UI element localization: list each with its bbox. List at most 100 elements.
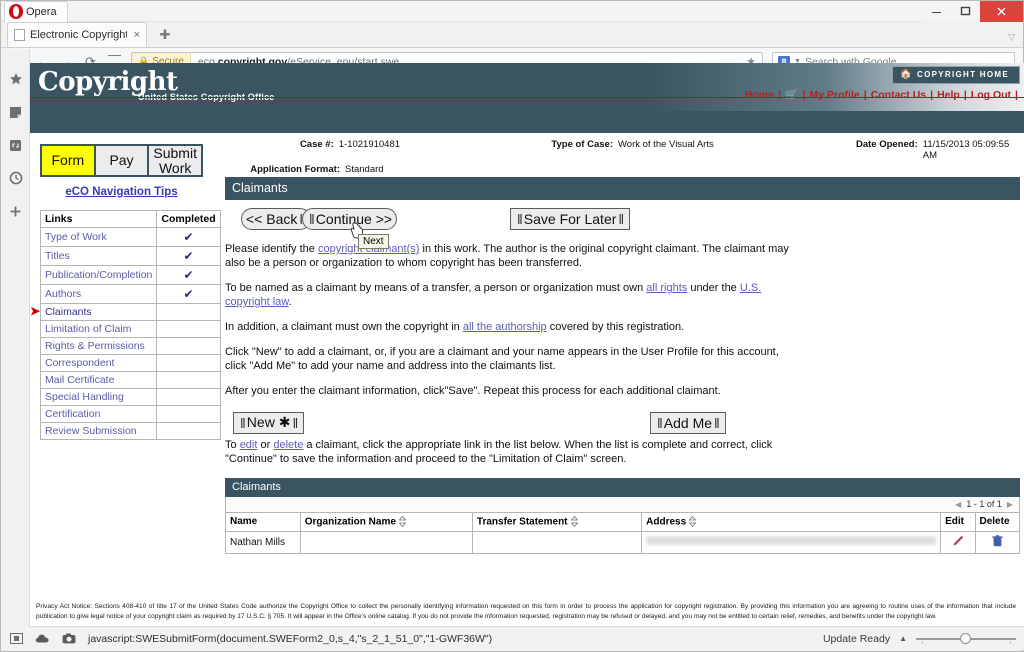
trash-icon[interactable]	[992, 534, 1003, 550]
secondary-button-row: ‖ New ✱ ‖ ‖ Add Me ‖	[225, 411, 800, 437]
nav-link-contact-us[interactable]: Contact Us	[871, 89, 926, 101]
sidebar-item-correspondent[interactable]: Correspondent	[39, 354, 158, 372]
column-header-edit: Edit	[940, 511, 976, 532]
sidebar-item-claimants[interactable]: ➤ Claimants	[30, 303, 158, 321]
zoom-tick	[1010, 640, 1011, 644]
step-tab-pay[interactable]: Pay	[95, 146, 150, 175]
add-me-button[interactable]: ‖ Add Me ‖	[650, 411, 726, 434]
all-rights-link[interactable]: all rights	[646, 282, 687, 294]
sidebar-item-label: Mail Certificate	[45, 374, 115, 386]
sort-arrows-icon[interactable]	[398, 515, 407, 528]
paragraph-text: Please identify the	[225, 243, 318, 255]
claimants-table-body: Nathan Mills Lefkosina 5 185 Tula 30041 R…	[225, 530, 1020, 554]
sidebar-item-label: Certification	[45, 408, 101, 420]
column-header-label: Organization Name	[304, 516, 396, 528]
cloud-icon[interactable]	[35, 633, 50, 644]
sidebar-item-type-of-work[interactable]: Type of Work	[39, 227, 158, 247]
workflow-steps: Form Pay Submit Work	[40, 144, 203, 177]
check-icon: ✔	[183, 268, 194, 282]
completed-check-cell: ✔	[156, 284, 221, 304]
note-text: a claimant, click the appropriate link i…	[225, 438, 773, 465]
button-bar-glyph: ‖	[292, 414, 298, 431]
edit-link[interactable]: edit	[240, 439, 258, 451]
nav-link-log-out[interactable]: Log Out	[971, 89, 1011, 101]
column-header-transfer-statement[interactable]: Transfer Statement	[471, 511, 643, 532]
sidebar-item-titles[interactable]: Titles	[39, 246, 158, 266]
panel-toggle-icon[interactable]	[10, 633, 23, 644]
type-of-case-value: Work of the Visual Arts	[617, 139, 714, 150]
completed-check-cell	[156, 388, 221, 406]
sidebar-item-label: Correspondent	[45, 357, 115, 369]
sidebar-item-label: Special Handling	[45, 391, 124, 403]
sidebar-item-rights-permissions[interactable]: Rights & Permissions	[39, 337, 158, 355]
zoom-slider[interactable]	[916, 633, 1016, 645]
save-for-later-button[interactable]: ‖ Save For Later ‖	[510, 208, 631, 230]
new-tab-button[interactable]: ✚	[157, 27, 173, 43]
minimize-button[interactable]	[922, 1, 951, 22]
history-clock-icon[interactable]	[8, 170, 24, 186]
sidebar-item-special-handling[interactable]: Special Handling	[39, 388, 158, 406]
sidebar-item-publication-completion[interactable]: Publication/Completion	[39, 265, 158, 285]
column-header-organization-name[interactable]: Organization Name	[299, 511, 473, 532]
close-button[interactable]	[980, 1, 1023, 22]
completed-check-cell	[156, 371, 221, 389]
pencil-icon[interactable]	[952, 535, 964, 550]
step-tab-form[interactable]: Form	[42, 146, 96, 175]
back-button[interactable]: << Back ‖	[241, 208, 312, 230]
nav-link-home[interactable]: Home	[745, 89, 774, 101]
save-instructions-paragraph: After you enter the claimant information…	[225, 384, 721, 397]
pager-prev-icon[interactable]: ◀	[955, 500, 961, 509]
shopping-cart-icon[interactable]: 🛒	[785, 88, 799, 101]
table-row: Nathan Mills Lefkosina 5 185 Tula 30041 R…	[225, 530, 1020, 554]
opera-menu-button[interactable]: Opera	[4, 1, 68, 22]
sidebar-item-label: Limitation of Claim	[45, 323, 132, 335]
sidebar-item-limitation-of-claim[interactable]: Limitation of Claim	[39, 320, 158, 338]
all-the-authorship-link[interactable]: all the authorship	[463, 321, 547, 333]
eco-navigation-tips-link[interactable]: eCO Navigation Tips	[40, 186, 203, 198]
sidebar-item-review-submission[interactable]: Review Submission	[39, 422, 158, 440]
transfer-statement-cell	[471, 530, 643, 554]
delete-cell[interactable]	[974, 530, 1020, 554]
sidebar-item-authors[interactable]: Authors	[39, 284, 158, 304]
edit-cell[interactable]	[940, 530, 976, 554]
add-panel-icon[interactable]	[8, 203, 24, 219]
update-ready-label[interactable]: Update Ready	[823, 633, 890, 645]
sidebar-item-label: Authors	[45, 288, 82, 300]
browser-tab-active[interactable]: Electronic Copyright O... ×	[7, 22, 147, 47]
step-tab-submit-work[interactable]: Submit Work	[149, 146, 202, 175]
sync-icon[interactable]	[8, 137, 24, 153]
opera-browser-window: Opera Electronic Copyright O... × ✚ ▽ ← …	[0, 0, 1024, 652]
note-text: or	[257, 438, 274, 451]
bookmarks-star-icon[interactable]	[8, 71, 24, 87]
claimants-list-block: Claimants ◀ 1 - 1 of 1 ▶ Name Organizatio…	[225, 477, 1020, 554]
sidebar-item-certification[interactable]: Certification	[39, 405, 158, 423]
completed-check-cell	[156, 337, 221, 355]
button-bar-glyph: ‖	[309, 211, 315, 227]
new-claimant-button[interactable]: ‖ New ✱ ‖	[233, 411, 305, 434]
page-body: Form Pay Submit Work eCO Navigation Tips…	[30, 133, 1024, 627]
sidebar-item-label: Review Submission	[45, 425, 137, 437]
copyright-home-button[interactable]: 🏠 COPYRIGHT HOME	[891, 66, 1020, 84]
main-content-panel: Claimants << Back‖ ‖Continue >> ‖Save Fo…	[225, 177, 1020, 554]
application-format-value: Standard	[345, 164, 384, 175]
tab-close-icon[interactable]: ×	[134, 29, 140, 41]
maximize-button[interactable]	[951, 1, 980, 22]
sort-arrows-icon[interactable]	[688, 515, 697, 528]
column-header-address[interactable]: Address	[641, 511, 942, 532]
sort-arrows-icon[interactable]	[570, 515, 579, 528]
application-format-label: Application Format:	[250, 164, 340, 175]
current-step-marker-icon: ➤	[30, 304, 41, 318]
delete-link[interactable]: delete	[273, 439, 303, 451]
links-table-row: Titles ✔	[39, 246, 221, 266]
caret-up-icon[interactable]: ▲	[899, 634, 907, 643]
camera-icon[interactable]	[62, 633, 76, 644]
nav-link-help[interactable]: Help	[937, 89, 960, 101]
zoom-slider-thumb[interactable]	[960, 633, 971, 644]
sidebar-item-mail-certificate[interactable]: Mail Certificate	[39, 371, 158, 389]
pager-next-icon[interactable]: ▶	[1007, 500, 1013, 509]
chevron-down-icon[interactable]: ▽	[1008, 32, 1015, 43]
nav-link-my-profile[interactable]: My Profile	[810, 89, 860, 101]
status-bar-url: javascript:SWESubmitForm(document.SWEFor…	[88, 632, 493, 645]
notes-icon[interactable]	[8, 104, 24, 120]
window-controls	[922, 1, 1023, 22]
